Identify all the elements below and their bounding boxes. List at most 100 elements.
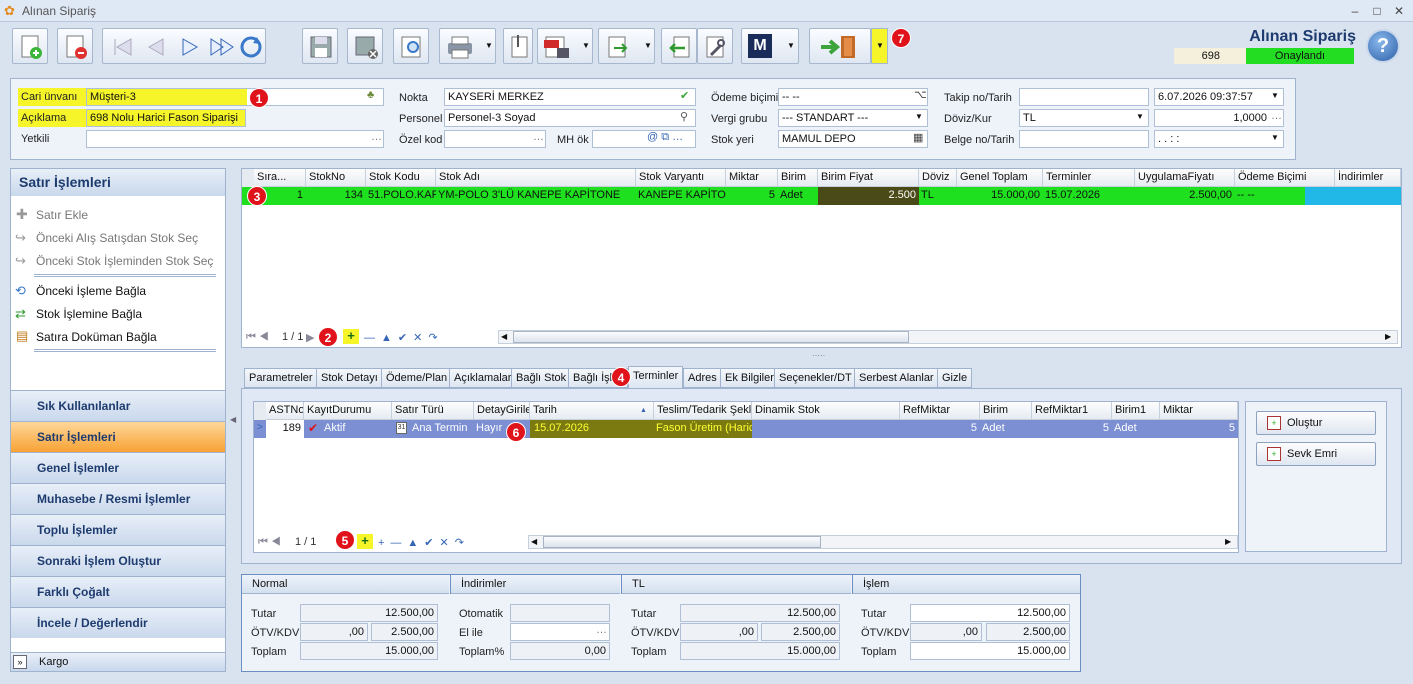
cell-tarih[interactable]: 15.07.2026 bbox=[530, 420, 654, 438]
tab-odeme-plan[interactable]: Ödeme/Plan bbox=[381, 368, 453, 388]
col-dinamik-stok[interactable]: Dinamik Stok bbox=[752, 402, 900, 420]
cell-birim-fiyat[interactable]: 2.500 bbox=[818, 187, 919, 205]
splitter-grip[interactable]: ····· bbox=[812, 351, 825, 360]
odeme-lookup-icon[interactable]: ⌥ bbox=[914, 88, 927, 101]
vergi-dropdown-arrow-icon[interactable]: ▼ bbox=[915, 112, 923, 121]
indirim-elile-input[interactable] bbox=[510, 623, 610, 641]
odeme-input[interactable]: -- -- bbox=[778, 88, 928, 106]
grid1-hscrollbar[interactable]: ◀ ▶ bbox=[498, 330, 1398, 344]
nav-satir-islemleri[interactable]: Satır İşlemleri bbox=[11, 421, 225, 452]
tab-adres[interactable]: Adres bbox=[683, 368, 722, 388]
col-tarih[interactable]: Tarih bbox=[530, 402, 654, 420]
doviz-dropdown-arrow-icon[interactable]: ▼ bbox=[1136, 112, 1144, 121]
col-stok-kodu[interactable]: Stok Kodu bbox=[366, 169, 436, 187]
scroll-right-icon[interactable]: ▶ bbox=[1385, 332, 1391, 341]
tools-button[interactable] bbox=[697, 28, 733, 64]
grid1-edit-toolbar-icons[interactable]: —▲✔✕↷ bbox=[364, 331, 444, 344]
cancel-save-button[interactable] bbox=[347, 28, 383, 64]
import-button[interactable] bbox=[661, 28, 697, 64]
kargo-bar[interactable]: » Kargo bbox=[11, 652, 225, 671]
ozelkod-input[interactable] bbox=[444, 130, 546, 148]
scroll-thumb[interactable] bbox=[513, 331, 909, 343]
table-row[interactable]: 1 134 51.POLO.KAP YM-POLO 3'LÜ KANEPE KA… bbox=[242, 187, 1401, 205]
attach-button[interactable] bbox=[503, 28, 533, 64]
help-button[interactable]: ? bbox=[1366, 29, 1400, 63]
col-birim[interactable]: Birim bbox=[980, 402, 1032, 420]
table-row[interactable]: > 189 ✔ Aktif 31 Ana Termin Hayır 15.07.… bbox=[254, 420, 1238, 438]
scroll-left-icon[interactable]: ◀ bbox=[531, 537, 537, 546]
yetkili-ellipsis-icon[interactable]: … bbox=[371, 131, 382, 143]
scroll-right-icon[interactable]: ▶ bbox=[1225, 537, 1231, 546]
grid1-nav-next-icon[interactable]: ▶ bbox=[306, 331, 314, 344]
export-button[interactable]: ▼ bbox=[598, 28, 655, 64]
col-astno[interactable]: ASTNo bbox=[266, 402, 304, 420]
ozelkod-ellipsis-icon[interactable]: … bbox=[533, 131, 544, 143]
grid2-hscrollbar[interactable]: ◀ ▶ bbox=[528, 535, 1238, 549]
tab-stok-detayi[interactable]: Stok Detayı bbox=[316, 368, 383, 388]
belge-date-input[interactable]: . . : : bbox=[1154, 130, 1284, 148]
takip-input[interactable] bbox=[1019, 88, 1149, 106]
stokyeri-table-icon[interactable]: ▦ bbox=[913, 131, 923, 144]
col-uygulama-fiyati[interactable]: UygulamaFiyatı bbox=[1135, 169, 1235, 187]
col-sira[interactable]: Sıra... bbox=[254, 169, 306, 187]
delete-document-button[interactable] bbox=[57, 28, 93, 64]
nav-muhasebe-resmi[interactable]: Muhasebe / Resmi İşlemler bbox=[11, 483, 225, 514]
col-genel-toplam[interactable]: Genel Toplam bbox=[957, 169, 1043, 187]
col-stokno[interactable]: StokNo bbox=[306, 169, 366, 187]
tab-bagli-stok[interactable]: Bağlı Stok bbox=[511, 368, 572, 388]
doviz-select[interactable]: TL bbox=[1019, 109, 1149, 127]
col-birim1[interactable]: Birim1 bbox=[1112, 402, 1160, 420]
preview-button[interactable] bbox=[393, 28, 429, 64]
olustur-button[interactable]: + Oluştur bbox=[1256, 411, 1376, 435]
exit-dropdown-button[interactable]: ▼ bbox=[871, 28, 888, 64]
nav-genel-islemler[interactable]: Genel İşlemler bbox=[11, 452, 225, 483]
personel-lookup-icon[interactable]: ⚲ bbox=[680, 110, 688, 123]
tab-aciklamalar[interactable]: Açıklamalar bbox=[449, 368, 517, 388]
action-onceki-alis-satis[interactable]: Önceki Alış Satışdan Stok Seç bbox=[12, 227, 198, 249]
takip-date-dropdown-icon[interactable]: ▼ bbox=[1271, 91, 1279, 100]
m-menu-button[interactable]: M ▼ bbox=[741, 28, 799, 64]
tab-serbest-alanlar[interactable]: Serbest Alanlar bbox=[854, 368, 939, 388]
tab-ek-bilgiler[interactable]: Ek Bilgiler bbox=[720, 368, 779, 388]
yetkili-input[interactable] bbox=[86, 130, 384, 148]
kur-input[interactable]: 1,0000 bbox=[1154, 109, 1284, 127]
expand-icon[interactable]: » bbox=[13, 655, 27, 669]
col-kayit-durumu[interactable]: KayıtDurumu bbox=[304, 402, 392, 420]
collapse-sidebar-icon[interactable]: ◀ bbox=[230, 415, 236, 424]
grid1-add-row-icon[interactable]: + bbox=[343, 329, 359, 344]
aciklama-input[interactable]: 698 Nolu Harici Fason Siparişi bbox=[86, 109, 246, 127]
col-birim-fiyat[interactable]: Birim Fiyat bbox=[818, 169, 919, 187]
cari-input[interactable]: Müşteri-3 bbox=[86, 88, 384, 106]
col-stok-adi[interactable]: Stok Adı bbox=[436, 169, 636, 187]
col-terminler[interactable]: Terminler bbox=[1043, 169, 1135, 187]
nav-incele-degerlendir[interactable]: İncele / Değerlendir bbox=[11, 607, 225, 638]
col-satir-turu[interactable]: Satır Türü bbox=[392, 402, 474, 420]
kur-ellipsis-icon[interactable]: … bbox=[1271, 110, 1282, 122]
tab-terminler[interactable]: Terminler bbox=[628, 366, 684, 388]
col-miktar[interactable]: Miktar bbox=[1160, 402, 1238, 420]
elile-ellipsis-icon[interactable]: … bbox=[596, 624, 607, 636]
col-miktar[interactable]: Miktar bbox=[726, 169, 778, 187]
previous-record-icon[interactable] bbox=[141, 34, 171, 60]
col-refmiktar[interactable]: RefMiktar bbox=[900, 402, 980, 420]
grid2-edit-toolbar-icons[interactable]: +—▲✔✕↷ bbox=[378, 536, 470, 549]
minimize-button[interactable]: – bbox=[1346, 3, 1364, 19]
tab-secenekler-dt[interactable]: Seçenekler/DT bbox=[774, 368, 857, 388]
stokyeri-input[interactable]: MAMUL DEPO bbox=[778, 130, 928, 148]
close-window-button[interactable]: ✕ bbox=[1390, 3, 1408, 19]
action-onceki-isleme-bagla[interactable]: Önceki İşleme Bağla bbox=[12, 280, 146, 302]
col-stok-varyanti[interactable]: Stok Varyantı bbox=[636, 169, 726, 187]
nav-sik-kullanilanlar[interactable]: Sık Kullanılanlar bbox=[11, 390, 225, 421]
action-onceki-stok-islem[interactable]: Önceki Stok İşleminden Stok Seç bbox=[12, 250, 213, 272]
scroll-thumb[interactable] bbox=[543, 536, 821, 548]
belge-input[interactable] bbox=[1019, 130, 1149, 148]
customer-lookup-icon[interactable]: ♣ bbox=[367, 89, 374, 101]
exit-button[interactable] bbox=[809, 28, 871, 64]
print-button[interactable]: ▼ bbox=[439, 28, 496, 64]
maximize-button[interactable]: □ bbox=[1368, 3, 1386, 19]
nav-sonraki-islem[interactable]: Sonraki İşlem Oluştur bbox=[11, 545, 225, 576]
action-stok-islemine-bagla[interactable]: Stok İşlemine Bağla bbox=[12, 303, 142, 325]
new-document-button[interactable] bbox=[12, 28, 48, 64]
next-record-icon[interactable] bbox=[175, 34, 205, 60]
tab-gizle[interactable]: Gizle bbox=[937, 368, 973, 388]
